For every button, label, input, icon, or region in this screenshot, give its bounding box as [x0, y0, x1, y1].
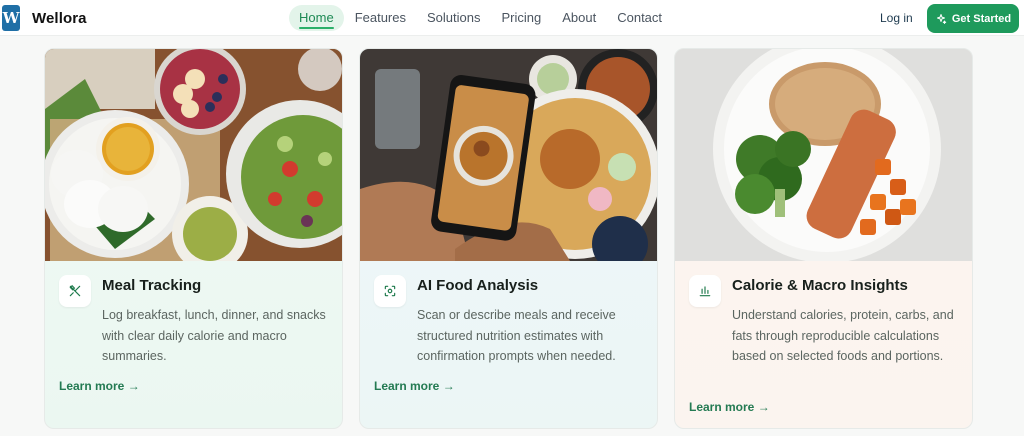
- nav-features[interactable]: Features: [345, 5, 416, 31]
- feature-card-calorie-macro-insights: Calorie & Macro Insights Understand calo…: [674, 48, 973, 429]
- calorie-macro-icon-tile: [689, 275, 721, 307]
- get-started-label: Get Started: [951, 12, 1012, 25]
- brand-name[interactable]: Wellora: [32, 10, 87, 27]
- feature-description: Log breakfast, lunch, dinner, and snacks…: [102, 308, 326, 363]
- feature-description: Understand calories, protein, carbs, and…: [732, 308, 954, 363]
- nav-solutions[interactable]: Solutions: [417, 5, 490, 31]
- ai-food-analysis-icon-tile: [374, 275, 406, 307]
- scan-icon: [384, 285, 396, 297]
- learn-more-link[interactable]: Learn more →: [59, 379, 140, 393]
- bar-chart-icon: [699, 286, 711, 297]
- nav-home[interactable]: Home: [289, 5, 344, 31]
- top-navbar: W Wellora Home Features Solutions Pricin…: [0, 0, 1024, 36]
- feature-title: AI Food Analysis: [417, 277, 539, 294]
- login-link[interactable]: Log in: [880, 11, 913, 25]
- nav-contact[interactable]: Contact: [607, 5, 672, 31]
- learn-more-link[interactable]: Learn more →: [374, 379, 455, 393]
- feature-title: Calorie & Macro Insights: [732, 277, 908, 294]
- feature-description: Scan or describe meals and receive struc…: [417, 308, 616, 363]
- sparkle-icon: [936, 13, 947, 24]
- nav-pricing[interactable]: Pricing: [491, 5, 551, 31]
- main-nav: Home Features Solutions Pricing About Co…: [289, 5, 672, 31]
- utensils-icon: [69, 284, 81, 297]
- meal-tracking-photo: [45, 49, 342, 261]
- calorie-macro-insights-photo: [675, 49, 972, 261]
- feature-card-ai-food-analysis: AI Food Analysis Scan or describe meals …: [359, 48, 658, 429]
- meal-tracking-icon-tile: [59, 275, 91, 307]
- get-started-button[interactable]: Get Started: [927, 4, 1019, 33]
- feature-card-meal-tracking: Meal Tracking Log breakfast, lunch, dinn…: [44, 48, 343, 429]
- wellora-logo[interactable]: W: [2, 5, 20, 31]
- feature-title: Meal Tracking: [102, 277, 202, 294]
- learn-more-link[interactable]: Learn more →: [689, 400, 770, 414]
- nav-about[interactable]: About: [552, 5, 606, 31]
- ai-food-analysis-photo: [360, 49, 657, 261]
